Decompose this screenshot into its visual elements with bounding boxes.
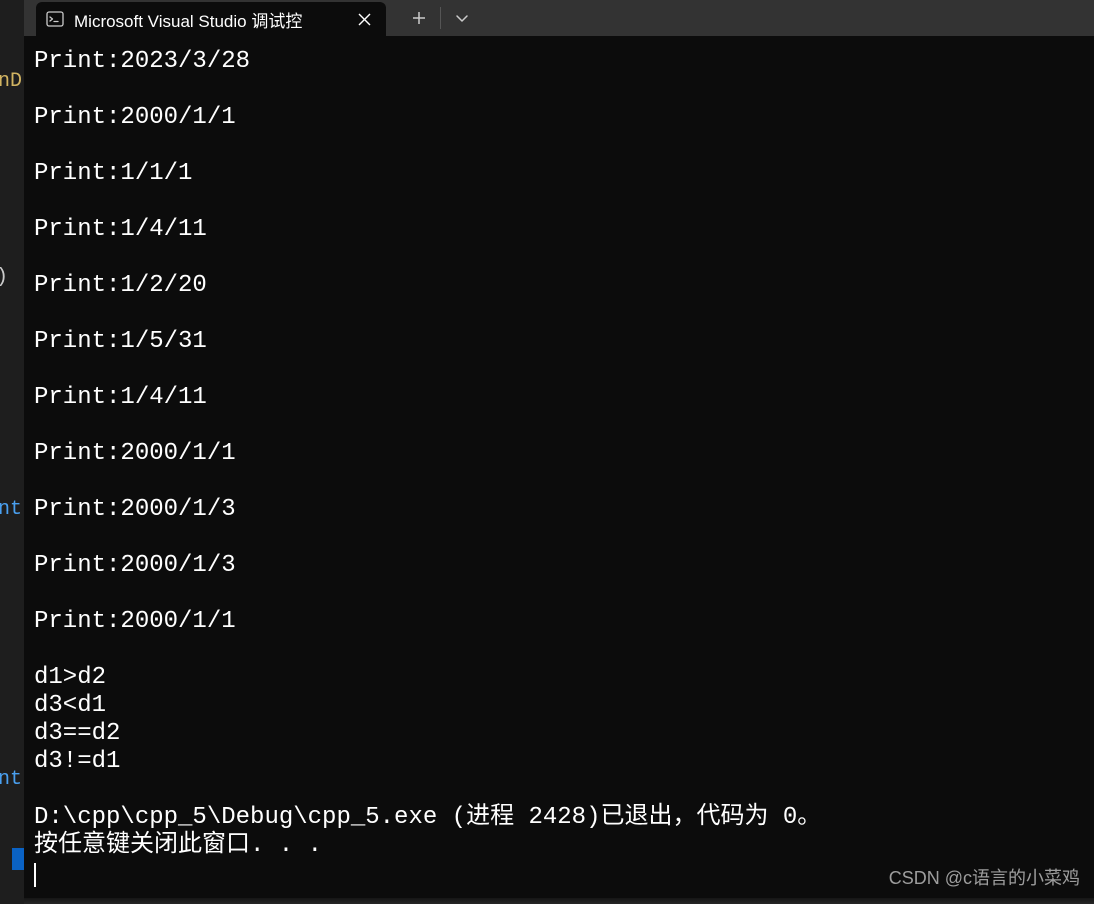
terminal-line: Print:1/4/11 xyxy=(34,384,1084,412)
terminal-blank-line xyxy=(34,300,1084,328)
watermark: CSDN @c语言的小菜鸡 xyxy=(889,864,1080,890)
terminal-blank-line xyxy=(34,132,1084,160)
terminal-line: Print:2000/1/1 xyxy=(34,608,1084,636)
terminal-line: Print:2000/1/1 xyxy=(34,104,1084,132)
terminal-blank-line xyxy=(34,76,1084,104)
terminal-blank-line xyxy=(34,524,1084,552)
code-fragment: nt xyxy=(0,768,22,791)
terminal-line: d3<d1 xyxy=(34,692,1084,720)
terminal-line: Print:2000/1/3 xyxy=(34,552,1084,580)
terminal-blank-line xyxy=(34,244,1084,272)
terminal-blank-line xyxy=(34,580,1084,608)
terminal-line: d1>d2 xyxy=(34,664,1084,692)
terminal-line: d3!=d1 xyxy=(34,748,1084,776)
close-icon[interactable] xyxy=(354,9,374,29)
terminal-line: Print:2023/3/28 xyxy=(34,48,1084,76)
code-fragment: nt xyxy=(0,498,22,521)
terminal-line: d3==d2 xyxy=(34,720,1084,748)
bottom-edge xyxy=(24,898,1094,904)
terminal-line: Print:1/4/11 xyxy=(34,216,1084,244)
tab-bar: Microsoft Visual Studio 调试控 xyxy=(24,0,1094,36)
code-fragment: ) xyxy=(0,266,8,289)
terminal-blank-line xyxy=(34,468,1084,496)
terminal-line: D:\cpp\cpp_5\Debug\cpp_5.exe (进程 2428)已退… xyxy=(34,804,1084,832)
terminal-blank-line xyxy=(34,412,1084,440)
editor-left-strip: nD ) nt nt xyxy=(0,0,24,904)
terminal-blank-line xyxy=(34,776,1084,804)
terminal-line: Print:1/1/1 xyxy=(34,160,1084,188)
terminal-line: Print:2000/1/3 xyxy=(34,496,1084,524)
tab-controls xyxy=(398,0,483,36)
tab-title: Microsoft Visual Studio 调试控 xyxy=(74,7,344,32)
new-tab-button[interactable] xyxy=(398,0,440,36)
terminal-tab[interactable]: Microsoft Visual Studio 调试控 xyxy=(36,2,386,36)
terminal-blank-line xyxy=(34,636,1084,664)
terminal-blank-line xyxy=(34,356,1084,384)
terminal-line: Print:1/2/20 xyxy=(34,272,1084,300)
code-fragment: nD xyxy=(0,70,22,93)
terminal-line: Print:2000/1/1 xyxy=(34,440,1084,468)
terminal-blank-line xyxy=(34,188,1084,216)
terminal-line: Print:1/5/31 xyxy=(34,328,1084,356)
terminal-line: 按任意键关闭此窗口. . . xyxy=(34,832,1084,860)
terminal-output[interactable]: Print:2023/3/28 Print:2000/1/1 Print:1/1/1… xyxy=(24,36,1094,904)
terminal-icon xyxy=(46,10,64,28)
scrollbar-thumb[interactable] xyxy=(12,848,24,870)
tab-dropdown-button[interactable] xyxy=(441,0,483,36)
cursor xyxy=(34,863,36,887)
